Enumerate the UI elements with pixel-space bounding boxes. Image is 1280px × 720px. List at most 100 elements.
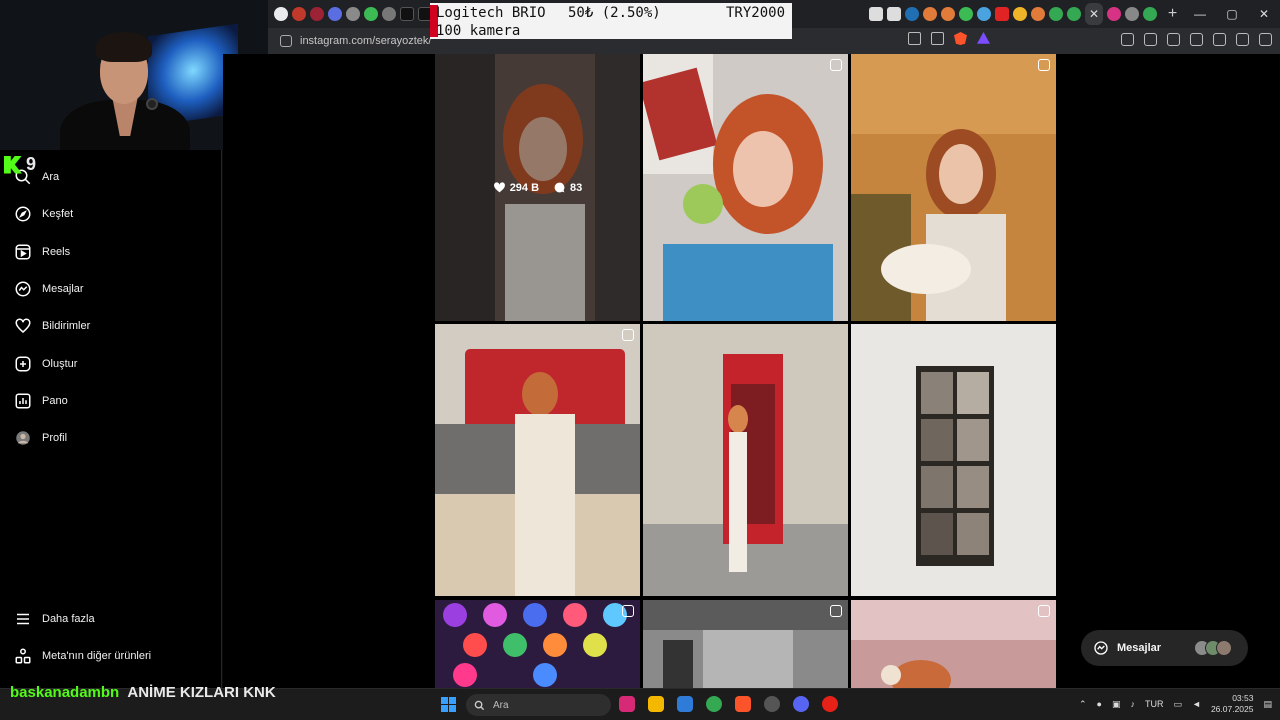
close-window-button[interactable]: ✕ — [1248, 0, 1280, 28]
post-tile[interactable] — [643, 324, 848, 596]
leo-ai-icon[interactable] — [1213, 33, 1226, 46]
avatar — [1216, 640, 1232, 656]
tab-favicon-icon[interactable] — [1107, 7, 1122, 21]
tab-favicon-icon[interactable] — [887, 7, 901, 21]
network-icon[interactable]: ▭ — [1174, 699, 1183, 710]
sidebar-item-explore[interactable]: Keşfet — [14, 202, 73, 226]
tab-favicon-icon[interactable] — [274, 7, 288, 21]
taskbar-search[interactable]: Ara — [466, 694, 611, 716]
tab-favicon-icon[interactable] — [923, 7, 937, 21]
sidebar-item-reels[interactable]: Reels — [14, 240, 70, 264]
chevron-up-icon[interactable]: ⌃ — [1079, 699, 1087, 710]
tab-favicon-icon[interactable] — [310, 7, 324, 21]
chrome-icon[interactable] — [706, 696, 722, 712]
active-tab-close-icon[interactable]: ✕ — [1085, 3, 1104, 25]
post-hover-overlay: 294 B 83 — [435, 54, 640, 321]
comment-icon — [554, 182, 565, 193]
chart-icon — [14, 392, 32, 410]
instagram-app-icon[interactable] — [619, 696, 635, 712]
windows-start-button[interactable] — [441, 697, 456, 712]
url-text[interactable]: instagram.com/serayoztek/ — [300, 35, 431, 47]
mic-icon[interactable]: ♪ — [1131, 699, 1136, 709]
tab-favicon-icon[interactable] — [905, 7, 919, 21]
comments-count: 83 — [570, 181, 583, 194]
sidebar-item-dashboard[interactable]: Pano — [14, 389, 68, 413]
adobe-tab-icon[interactable] — [995, 7, 1009, 21]
discord-icon[interactable] — [793, 696, 809, 712]
tab-search-icon[interactable] — [1144, 33, 1157, 46]
wallet-icon[interactable] — [1190, 33, 1203, 46]
sidebar-item-label: Meta'nın diğer ürünleri — [42, 650, 152, 662]
messages-float-button[interactable]: Mesajlar — [1081, 630, 1248, 666]
post-tile[interactable] — [435, 600, 640, 688]
sidebar-item-label: Pano — [42, 395, 68, 407]
post-tile[interactable] — [851, 600, 1056, 688]
volume-icon[interactable]: ◄ — [1192, 699, 1201, 709]
sidebar-item-profile[interactable]: Profil — [14, 426, 67, 450]
post-image — [435, 600, 640, 688]
brave-rewards-icon[interactable] — [977, 32, 990, 44]
chrome-tab-icon[interactable] — [1049, 7, 1063, 21]
post-tile[interactable] — [435, 324, 640, 596]
tab-favicon-icon[interactable] — [941, 7, 955, 21]
tab-favicon-icon[interactable] — [1031, 7, 1045, 21]
heart-icon — [493, 182, 505, 193]
notification-icon[interactable]: ▤ — [1263, 699, 1272, 710]
language-indicator[interactable]: TUR — [1145, 699, 1164, 709]
tab-favicon-icon[interactable] — [959, 7, 973, 21]
maximize-button[interactable]: ▢ — [1216, 0, 1248, 28]
sidebar-toggle-icon[interactable] — [1167, 33, 1180, 46]
goal-progress: 50₺ (2.50%) — [568, 5, 661, 21]
sidebar-item-create[interactable]: Oluştur — [14, 352, 77, 376]
file-explorer-icon[interactable] — [648, 696, 664, 712]
instagram-sidebar: Ara Keşfet Reels Mesajlar Bildirimler Ol… — [0, 150, 222, 688]
share-icon[interactable] — [931, 32, 944, 45]
menu-icon[interactable] — [1259, 33, 1272, 46]
tab-favicon-icon[interactable] — [1125, 7, 1140, 21]
post-tile[interactable] — [643, 54, 848, 321]
post-tile[interactable] — [851, 54, 1056, 321]
post-image — [851, 600, 1056, 688]
site-settings-icon[interactable] — [280, 35, 292, 47]
youtube-music-icon[interactable] — [822, 696, 838, 712]
heart-icon — [14, 317, 32, 335]
kick-logo-icon — [4, 155, 22, 174]
recent-chat-avatars — [1194, 640, 1232, 656]
tiktok-tab-icon[interactable] — [400, 7, 414, 21]
sidebar-item-notifications[interactable]: Bildirimler — [14, 314, 90, 338]
display-icon[interactable]: ▣ — [1112, 699, 1121, 710]
tab-favicon-icon[interactable] — [977, 7, 991, 21]
clock[interactable]: 03:53 26.07.2025 — [1211, 693, 1254, 715]
tab-favicon-icon[interactable] — [292, 7, 306, 21]
post-tile[interactable] — [851, 324, 1056, 596]
new-tab-button[interactable]: + — [1165, 5, 1180, 23]
tab-favicon-icon[interactable] — [364, 7, 378, 21]
tab-favicon-icon[interactable] — [1013, 7, 1027, 21]
tab-favicon-icon[interactable] — [869, 7, 883, 21]
brave-icon[interactable] — [735, 696, 751, 712]
sidebar-item-messages[interactable]: Mesajlar — [14, 277, 84, 301]
obs-icon[interactable] — [764, 696, 780, 712]
post-tile[interactable]: 294 B 83 — [435, 54, 640, 321]
brave-shield-icon[interactable] — [954, 32, 967, 45]
kick-viewer-badge: 9 — [4, 154, 36, 175]
tab-favicon-icon[interactable] — [382, 7, 396, 21]
sidebar-item-meta-products[interactable]: Meta'nın diğer ürünleri — [14, 644, 151, 668]
post-image — [851, 54, 1056, 321]
minimize-button[interactable]: — — [1184, 0, 1216, 28]
viewer-count: 9 — [26, 154, 37, 174]
sidebar-item-label: Daha fazla — [42, 613, 95, 625]
chrome-tab-icon[interactable] — [1143, 7, 1158, 21]
tab-favicon-icon[interactable] — [328, 7, 342, 21]
extensions-icon[interactable] — [1121, 33, 1134, 46]
vpn-icon[interactable] — [1236, 33, 1249, 46]
open-in-app-icon[interactable] — [908, 32, 921, 45]
likes-stat: 294 B — [493, 181, 539, 194]
chrome-tab-icon[interactable] — [1067, 7, 1081, 21]
post-tile[interactable] — [643, 600, 848, 688]
tab-favicon-icon[interactable] — [346, 7, 360, 21]
store-icon[interactable] — [677, 696, 693, 712]
carousel-badge-icon — [622, 605, 634, 617]
steam-icon[interactable]: ● — [1097, 699, 1102, 709]
sidebar-item-more[interactable]: Daha fazla — [14, 607, 95, 631]
